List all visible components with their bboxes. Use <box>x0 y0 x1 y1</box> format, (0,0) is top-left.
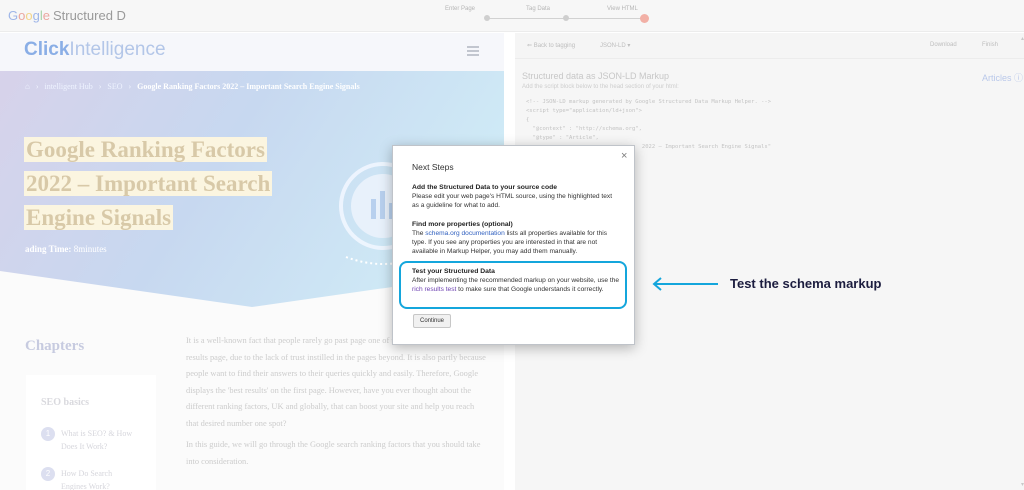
dialog-title: Next Steps <box>412 162 454 172</box>
article-title: Google Ranking Factors 2022 – Important … <box>24 133 304 235</box>
screen: Google Structured D Enter Page Tag Data V… <box>0 0 1024 490</box>
progress-steps: Enter Page Tag Data View HTML <box>440 6 660 26</box>
article-body: It is a well-known fact that people rare… <box>186 333 486 475</box>
step-dot-2 <box>563 15 569 21</box>
step-dot-1 <box>484 15 490 21</box>
continue-button[interactable]: Continue <box>413 314 451 328</box>
format-select[interactable]: JSON-LD ▾ <box>600 42 630 49</box>
chapters-heading: Chapters <box>25 338 85 354</box>
article-paragraph: In this guide, we will go through the Go… <box>186 440 481 466</box>
articles-type-label[interactable]: Articles ⓘ <box>982 71 1023 84</box>
arrow-left-icon: ⇐ <box>527 43 533 49</box>
breadcrumb: ⌂ › intelligent Hub › SEO › Google Ranking Fac… <box>25 82 360 91</box>
back-to-tagging-button[interactable]: ⇐ Back to tagging <box>527 42 575 49</box>
annotation-arrow-icon <box>652 277 718 291</box>
download-button[interactable]: Download <box>930 42 957 48</box>
home-icon[interactable]: ⌂ <box>25 82 30 91</box>
site-logo[interactable]: ClickIntelligence <box>24 39 166 61</box>
help-icon[interactable]: ⓘ <box>1014 73 1023 83</box>
annotation-label: Test the schema markup <box>730 276 882 291</box>
step-add-structured-data: Add the Structured Data to your source c… <box>412 184 613 210</box>
close-icon[interactable]: × <box>621 150 627 162</box>
app-brand: Google Structured D <box>8 8 126 23</box>
menu-icon[interactable] <box>467 46 479 56</box>
step-label-view-html: View HTML <box>607 6 638 12</box>
step-find-more-properties: Find more properties (optional) The sche… <box>412 221 607 256</box>
reading-time: ading Time: 8minutes <box>25 244 107 254</box>
jsonld-code-block[interactable]: <!-- JSON-LD markup generated by Google … <box>526 98 771 152</box>
app-title: Structured D <box>52 8 126 23</box>
step-dot-3-active <box>640 14 649 23</box>
toc-number: 2 <box>41 467 55 481</box>
markup-subtitle: Add the script block below to the head s… <box>522 84 679 90</box>
toc-number: 1 <box>41 427 55 441</box>
finish-button[interactable]: Finish <box>982 42 998 48</box>
markup-title: Structured data as JSON-LD Markup <box>522 71 670 81</box>
breadcrumb-link-hub[interactable]: intelligent Hub <box>44 82 92 91</box>
app-header: Google Structured D Enter Page Tag Data V… <box>0 0 1024 32</box>
toc-section-heading: SEO basics <box>41 397 90 408</box>
markup-toolbar: ⇐ Back to tagging JSON-LD ▾ Download Fin… <box>515 33 1024 59</box>
article-title-line-1: Google Ranking Factors <box>24 137 267 162</box>
chapters-list: SEO basics 1 What is SEO? & How Does It W… <box>26 375 156 490</box>
schema-docs-link[interactable]: schema.org documentation <box>425 230 505 237</box>
step-label-enter-page: Enter Page <box>445 6 476 12</box>
article-title-line-3: Engine Signals <box>24 205 174 230</box>
test-section-highlight <box>399 261 627 309</box>
step-label-tag-data: Tag Data <box>526 6 551 12</box>
article-paragraph: It is a well-known fact that people rare… <box>186 336 486 428</box>
breadcrumb-current: Google Ranking Factors 2022 – Important … <box>137 82 360 91</box>
breadcrumb-link-seo[interactable]: SEO <box>107 82 122 91</box>
article-title-line-2: 2022 – Important Search <box>24 171 273 196</box>
chevron-down-icon: ▾ <box>627 43 631 49</box>
site-header: ClickIntelligence <box>0 33 504 71</box>
